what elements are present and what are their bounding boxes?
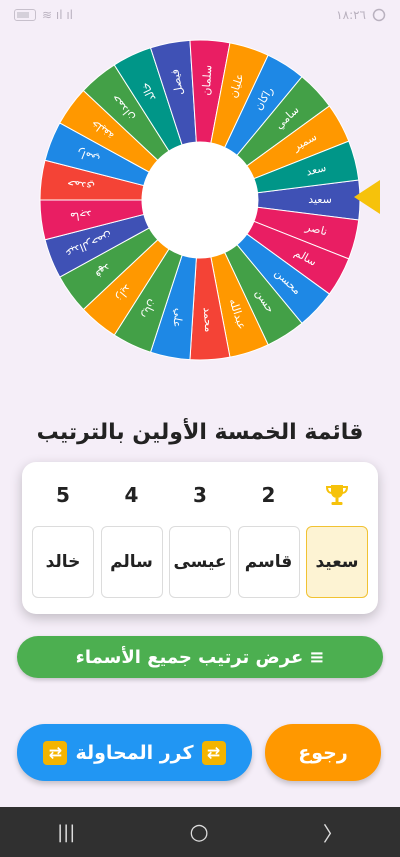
rank-5-name: خالد <box>32 526 94 598</box>
retry-button[interactable]: ⇄ كرر المحاولة ⇄ <box>17 724 252 781</box>
rank-3: 3 <box>193 482 207 507</box>
rank-3-name: عيسى <box>169 526 231 598</box>
wheel-segment-label: سلمان <box>200 64 215 95</box>
names-row: خالد سالم عيسى قاسم سعيد <box>32 526 368 600</box>
rank-5: 5 <box>56 482 70 507</box>
home-icon[interactable]: ○ <box>189 820 208 845</box>
repeat-icon: ⇄ <box>43 740 68 765</box>
menu-lines-icon: ≡ <box>309 646 325 668</box>
rank-2-name: قاسم <box>237 526 300 598</box>
signal-icon: ≋ ıl ıl <box>42 8 74 22</box>
wheel-pointer-icon <box>354 180 380 214</box>
rank-4-name: سالم <box>100 526 163 598</box>
rank-2: 2 <box>261 482 276 507</box>
rank-4: 4 <box>124 482 139 507</box>
trophy-icon <box>304 482 370 508</box>
status-bar: ≋ ıl ıl ١٨:٢٦ <box>0 0 400 30</box>
results-card: 5 4 3 2 خالد سالم عيسى قاسم سعيد <box>22 462 378 614</box>
whatsapp-icon <box>372 8 386 22</box>
system-nav-bar: ||| ○ 〉 <box>0 807 400 857</box>
status-left: ≋ ıl ıl <box>14 8 73 22</box>
battery-icon <box>14 9 36 21</box>
name-wheel[interactable]: سعيد ناصر سالم محسن حسن عبدالله محمد علي ريان زاي… <box>38 38 362 362</box>
back-button[interactable]: رجوع <box>265 724 381 781</box>
wheel-segment-label: ماجد <box>69 208 92 224</box>
status-time: ١٨:٢٦ <box>336 8 366 22</box>
status-right: ١٨:٢٦ <box>336 8 386 22</box>
rank-1-name: سعيد <box>306 526 368 598</box>
recents-icon[interactable]: ||| <box>57 822 75 843</box>
wheel-segment-label: محمد <box>201 307 216 333</box>
wheel-center <box>142 142 258 258</box>
retry-label: كرر المحاولة <box>75 741 194 764</box>
repeat-icon: ⇄ <box>201 740 226 765</box>
wheel-segment-label: سعيد <box>308 193 332 206</box>
back-label: رجوع <box>298 741 348 764</box>
results-title: قائمة الخمسة الأولين بالترتيب <box>36 420 364 445</box>
show-all-names-button[interactable]: عرض ترتيب جميع الأسماء ≡ <box>17 636 383 678</box>
wheel-svg[interactable]: سعيدناصرسالممحسنحسنعبداللهمحمدعليريانزاي… <box>38 38 362 362</box>
show-all-label: عرض ترتيب جميع الأسماء <box>75 646 304 668</box>
nav-back-icon[interactable]: 〉 <box>323 818 343 847</box>
rank-row: 5 4 3 2 <box>30 472 370 517</box>
